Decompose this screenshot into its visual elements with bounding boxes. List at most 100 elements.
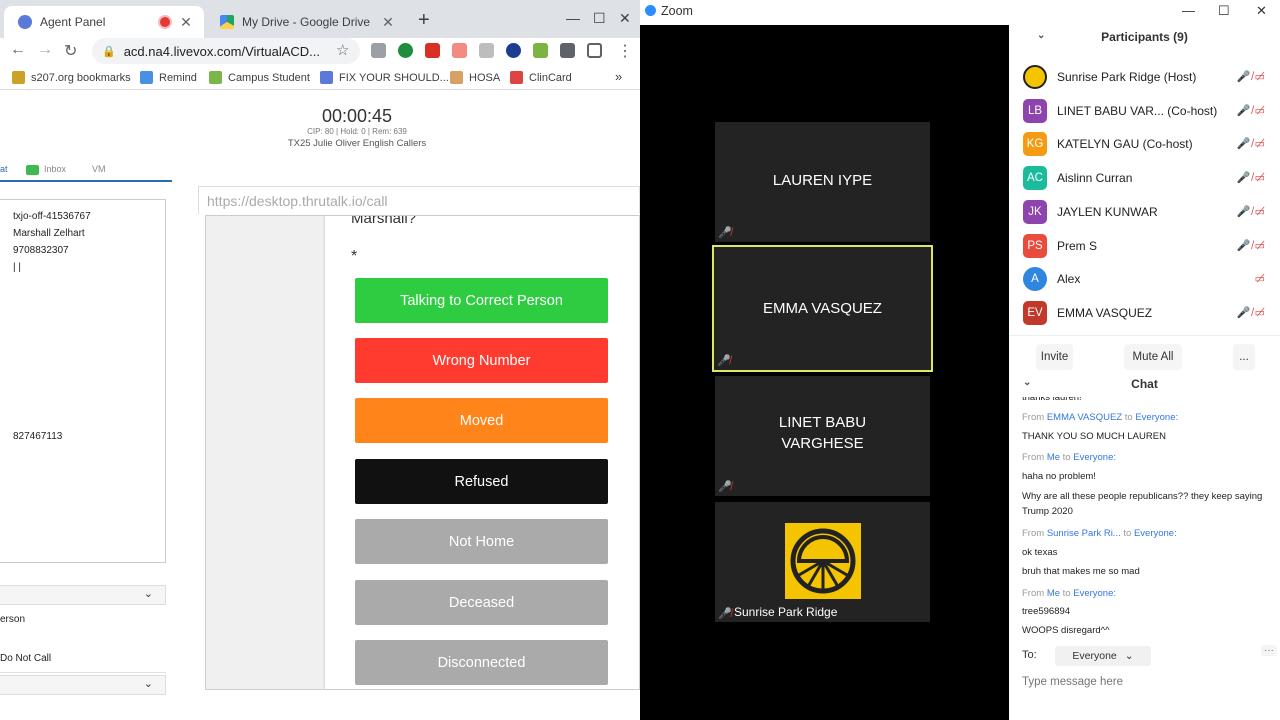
talking-to-correct-person-button[interactable]: Talking to Correct Person: [355, 278, 608, 323]
chat-message-input[interactable]: [1022, 672, 1272, 692]
video-tile[interactable]: LINET BABU VARGHESE 🎤̸: [715, 376, 930, 496]
invite-button[interactable]: Invite: [1036, 344, 1073, 370]
extension-icon[interactable]: [371, 43, 386, 58]
minimize-button[interactable]: —: [1182, 3, 1195, 18]
bookmark-star-icon[interactable]: ☆: [336, 41, 349, 59]
recipient-dropdown[interactable]: Everyone ⌄: [1055, 646, 1151, 666]
participant-name: Sunrise Park Ridge (Host): [1057, 70, 1197, 84]
bookmark-label: FIX YOUR SHOULD...: [339, 71, 449, 84]
bookmark-item[interactable]: HOSA: [450, 71, 500, 84]
bookmark-item[interactable]: ClinCard: [510, 71, 572, 84]
chat-more-button[interactable]: ···: [1261, 645, 1277, 656]
close-window-button[interactable]: ✕: [1256, 3, 1267, 19]
video-tile-active-speaker[interactable]: EMMA VASQUEZ 🎤̸: [712, 245, 933, 372]
from-label: From: [1022, 452, 1045, 463]
extension-icon[interactable]: [452, 43, 467, 58]
zoom-titlebar: Zoom — ☐ ✕: [640, 0, 1280, 25]
wrong-number-button[interactable]: Wrong Number: [355, 338, 608, 383]
side-panel: ⌄ Participants (9) Sunrise Park Ridge (H…: [1009, 25, 1280, 720]
puzzle-extensions-icon[interactable]: [560, 43, 575, 58]
avatar: PS: [1023, 234, 1047, 258]
video-tile[interactable]: LAUREN IYPE 🎤̸: [715, 122, 930, 242]
recipient: Everyone:: [1073, 588, 1117, 599]
forward-button[interactable]: →: [37, 41, 53, 59]
remind-icon: [140, 71, 153, 84]
queue-stats: CIP: 80 | Hold: 0 | Rem: 639: [307, 127, 407, 136]
address-bar[interactable]: 🔒 acd.na4.livevox.com/VirtualACD...: [92, 38, 360, 64]
maximize-button[interactable]: ☐: [593, 10, 606, 27]
tab-chat[interactable]: at: [0, 164, 8, 174]
moved-button[interactable]: Moved: [355, 398, 608, 443]
tab-close-icon[interactable]: ✕: [378, 14, 398, 31]
cast-icon[interactable]: [587, 43, 602, 58]
tab-agent-panel[interactable]: Agent Panel ✕: [4, 6, 204, 38]
close-window-button[interactable]: ✕: [619, 10, 631, 27]
participant-row[interactable]: AC Aislinn Curran 🎤̸▭̸: [1009, 162, 1280, 195]
participant-row[interactable]: Sunrise Park Ridge (Host) 🎤̸▭̸: [1009, 61, 1280, 94]
to-label: to: [1123, 528, 1132, 539]
participants-footer: Invite Mute All ...: [1009, 335, 1280, 375]
window-title: Zoom: [661, 4, 693, 18]
chat-header[interactable]: ⌄ Chat: [1009, 375, 1280, 397]
bookmark-item[interactable]: Remind: [140, 71, 197, 84]
participant-row[interactable]: JK JAYLEN KUNWAR 🎤̸▭̸: [1009, 196, 1280, 229]
participant-name: LINET BABU VARGHESE: [778, 414, 867, 452]
tab-inbox[interactable]: Inbox: [44, 164, 66, 174]
refused-button[interactable]: Refused: [355, 459, 608, 504]
term-codes-header[interactable]: ⌄: [0, 585, 166, 605]
tab-google-drive[interactable]: My Drive - Google Drive ✕: [206, 6, 406, 38]
mute-all-button[interactable]: Mute All: [1124, 344, 1182, 370]
page-icon: [320, 71, 333, 84]
contact-id: txjo-off-41536767: [13, 211, 91, 222]
extension-icon[interactable]: [533, 43, 548, 58]
lock-icon: 🔒: [102, 45, 116, 58]
bookmark-item[interactable]: s207.org bookmarks: [12, 71, 131, 84]
participant-row[interactable]: KG KATELYN GAU (Co-host) 🎤̸▭̸: [1009, 128, 1280, 161]
chevron-down-icon: ⌄: [1124, 650, 1134, 662]
term-code-option[interactable]: Do Not Call: [0, 653, 51, 664]
section-collapse-header[interactable]: ⌄: [0, 675, 166, 695]
campus-icon: [209, 71, 222, 84]
bookmark-item[interactable]: FIX YOUR SHOULD...: [320, 71, 449, 84]
extension-icon[interactable]: [425, 43, 440, 58]
embedded-frame-url: https://desktop.thrutalk.io/call: [198, 186, 640, 214]
participant-name: Sunrise Park Ridge: [734, 605, 838, 619]
term-code-option[interactable]: erson: [0, 614, 25, 625]
participant-row[interactable]: LB LINET BABU VAR... (Co-host) 🎤̸▭̸: [1009, 95, 1280, 128]
bookmark-item[interactable]: Campus Student: [209, 71, 310, 84]
new-tab-button[interactable]: +: [418, 9, 430, 32]
contact-info-panel: txjo-off-41536767 Marshall Zelhart 97088…: [0, 199, 166, 563]
video-tile[interactable]: 🎤̸ Sunrise Park Ridge: [715, 502, 930, 622]
more-bookmarks-button[interactable]: »: [615, 69, 622, 84]
tab-close-icon[interactable]: ✕: [176, 14, 196, 31]
extension-icon[interactable]: [506, 43, 521, 58]
participant-row[interactable]: PS Prem S 🎤̸▭̸: [1009, 230, 1280, 263]
extension-icon[interactable]: [479, 43, 494, 58]
chat-message: haha no problem!: [1022, 471, 1096, 482]
more-options-button[interactable]: ...: [1233, 344, 1255, 370]
required-marker: *: [351, 248, 358, 265]
minimize-button[interactable]: —: [566, 10, 580, 26]
back-button[interactable]: ←: [10, 41, 26, 59]
participant-row[interactable]: EV EMMA VASQUEZ 🎤̸▭̸: [1009, 297, 1280, 330]
maximize-button[interactable]: ☐: [1218, 3, 1230, 19]
participants-header[interactable]: ⌄ Participants (9): [1009, 25, 1280, 51]
participant-name: KATELYN GAU (Co-host): [1057, 137, 1193, 151]
reload-button[interactable]: ↻: [64, 41, 77, 61]
extension-icon[interactable]: [398, 43, 413, 58]
disconnected-button[interactable]: Disconnected: [355, 640, 608, 685]
browser-menu-icon[interactable]: ⋮: [617, 41, 633, 61]
participant-name: LAUREN IYPE: [772, 172, 873, 189]
avatar: JK: [1023, 200, 1047, 224]
sender-name: Me: [1046, 452, 1061, 463]
hosa-icon: [450, 71, 463, 84]
avatar: [1023, 65, 1047, 89]
tab-vm[interactable]: VM: [92, 164, 106, 174]
not-home-button[interactable]: Not Home: [355, 519, 608, 564]
chat-messages: thanks lauren! From EMMA VASQUEZ to Ever…: [1022, 397, 1272, 645]
participant-row[interactable]: A Alex ▭̸: [1009, 263, 1280, 296]
deceased-button[interactable]: Deceased: [355, 580, 608, 625]
clincard-icon: [510, 71, 523, 84]
tab-underline: [0, 180, 172, 182]
avatar: KG: [1023, 132, 1047, 156]
